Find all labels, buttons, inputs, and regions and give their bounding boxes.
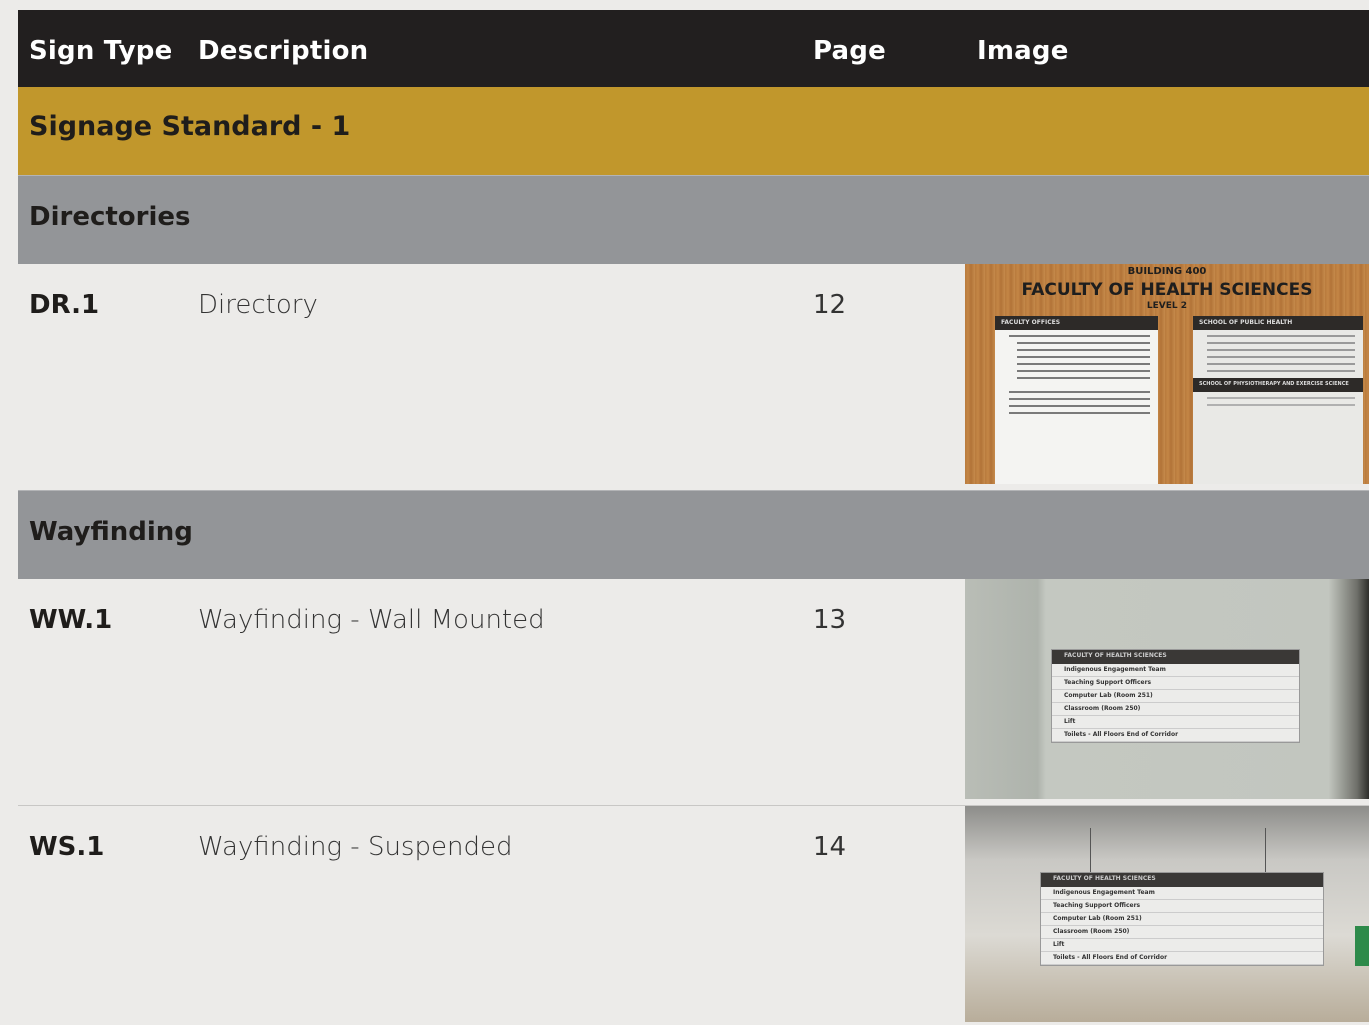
- directory-panel-left: FACULTY OFFICES: [995, 316, 1158, 484]
- exit-sign-icon: [1355, 926, 1369, 966]
- sign-description: Directory: [198, 290, 318, 320]
- directory-sign-image: BUILDING 400 FACULTY OF HEALTH SCIENCES …: [965, 264, 1369, 484]
- sign-code: WW.1: [29, 605, 113, 635]
- wall-sign-line: Computer Lab (Room 251): [1052, 690, 1299, 703]
- group-heading-wayfinding: Wayfinding: [18, 490, 1369, 579]
- wall-mounted-sign-image: FACULTY OF HEALTH SCIENCES Indigenous En…: [965, 579, 1369, 799]
- wall-sign: FACULTY OF HEALTH SCIENCES Indigenous En…: [1051, 649, 1300, 743]
- col-image: Image: [977, 36, 1069, 66]
- group-heading-directories: Directories: [18, 175, 1369, 264]
- col-sign-type: Sign Type: [29, 36, 173, 66]
- page-number: 14: [813, 832, 847, 862]
- suspended-sign-line: Classroom (Room 250): [1041, 926, 1323, 939]
- table-row: WW.1 Wayfinding - Wall Mounted 13 FACULT…: [18, 579, 1369, 805]
- section-heading: Signage Standard - 1: [18, 87, 1369, 175]
- sign-description: Wayfinding - Wall Mounted: [198, 605, 545, 635]
- sign-description: Wayfinding - Suspended: [198, 832, 513, 862]
- wall-sign-line: Lift: [1052, 716, 1299, 729]
- suspended-sign-line: Indigenous Engagement Team: [1041, 887, 1323, 900]
- panel-header: FACULTY OFFICES: [995, 316, 1158, 330]
- sign-title: FACULTY OF HEALTH SCIENCES: [1021, 280, 1313, 300]
- suspended-sign-header: FACULTY OF HEALTH SCIENCES: [1041, 873, 1323, 887]
- wall-sign-header: FACULTY OF HEALTH SCIENCES: [1052, 650, 1299, 664]
- page-number: 13: [813, 605, 847, 635]
- suspended-sign-line: Teaching Support Officers: [1041, 900, 1323, 913]
- suspended-sign-line: Toilets - All Floors End of Corridor: [1041, 952, 1323, 965]
- panel-header: SCHOOL OF PUBLIC HEALTH: [1193, 316, 1363, 330]
- wall-sign-line: Toilets - All Floors End of Corridor: [1052, 729, 1299, 742]
- suspended-sign-line: Lift: [1041, 939, 1323, 952]
- table-header: Sign Type Description Page Image: [18, 10, 1369, 87]
- suspended-sign-image: FACULTY OF HEALTH SCIENCES Indigenous En…: [965, 806, 1369, 1022]
- table-row: DR.1 Directory 12 BUILDING 400 FACULTY O…: [18, 264, 1369, 490]
- panel-header-2: SCHOOL OF PHYSIOTHERAPY AND EXERCISE SCI…: [1193, 378, 1363, 392]
- sign-schedule-table: Sign Type Description Page Image Signage…: [18, 10, 1369, 1022]
- col-description: Description: [198, 36, 369, 66]
- wall-sign-line: Indigenous Engagement Team: [1052, 664, 1299, 677]
- sign-level: LEVEL 2: [1146, 301, 1188, 311]
- sign-building: BUILDING 400: [1127, 266, 1207, 277]
- group-title: Wayfinding: [29, 517, 193, 547]
- section-title: Signage Standard - 1: [29, 111, 351, 142]
- page-number: 12: [813, 290, 847, 320]
- wall-sign-line: Teaching Support Officers: [1052, 677, 1299, 690]
- suspended-sign-line: Computer Lab (Room 251): [1041, 913, 1323, 926]
- sign-code: DR.1: [29, 290, 100, 320]
- table-row: WS.1 Wayfinding - Suspended 14 FACULTY O…: [18, 806, 1369, 1022]
- wall-sign-line: Classroom (Room 250): [1052, 703, 1299, 716]
- sign-code: WS.1: [29, 832, 105, 862]
- group-title: Directories: [29, 202, 191, 232]
- directory-panel-right: SCHOOL OF PUBLIC HEALTH SCHOOL OF PHYSIO…: [1193, 316, 1363, 484]
- col-page: Page: [813, 36, 886, 66]
- suspended-sign: FACULTY OF HEALTH SCIENCES Indigenous En…: [1040, 872, 1324, 966]
